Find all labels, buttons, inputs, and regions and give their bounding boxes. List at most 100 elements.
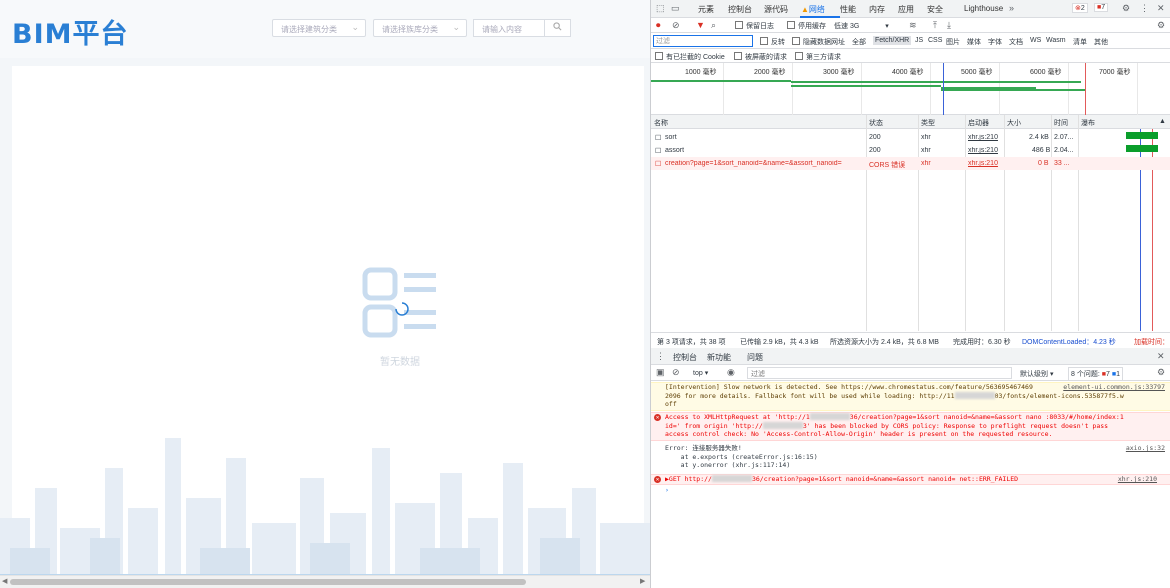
invert-checkbox[interactable]: 反转 [760, 37, 785, 47]
device-toggle-icon[interactable]: ▭ [671, 3, 680, 14]
disable-cache-checkbox[interactable]: 停用缓存 [787, 21, 826, 31]
filter-type-js[interactable]: JS [915, 37, 923, 44]
stack-frame[interactable]: at e.exports (createError.js:16:15) [665, 453, 818, 461]
request-initiator[interactable]: xhr.js:210 [968, 160, 998, 167]
request-initiator[interactable]: xhr.js:210 [968, 134, 998, 141]
blocked-requests-checkbox[interactable]: 被屏蔽的请求 [734, 52, 787, 62]
clear-icon[interactable]: ⊘ [672, 20, 680, 31]
drawer-tab-issues[interactable]: 问题 [747, 352, 763, 363]
filter-type-font[interactable]: 字体 [988, 37, 1002, 47]
tick-label: 6000 毫秒 [1030, 69, 1062, 76]
sort-up-icon[interactable]: ▲ [1159, 118, 1166, 125]
warn-source-link[interactable]: element-ui.common.js:33797 [1063, 383, 1165, 392]
tab-elements[interactable]: 元素 [698, 4, 714, 15]
tab-application[interactable]: 应用 [898, 4, 914, 15]
drawer-menu-icon[interactable]: ⋮ [656, 351, 665, 362]
console-filter-input[interactable]: 过滤 [747, 367, 1012, 379]
issues-button[interactable]: 8 个问题: ■7 ■1 [1068, 367, 1123, 381]
col-status[interactable]: 状态 [869, 118, 883, 128]
log-text: Error: 连接服务器失败! [665, 444, 742, 452]
filter-type-wasm[interactable]: Wasm [1046, 37, 1066, 44]
request-row[interactable]: ☐ sort 200 xhr xhr.js:210 2.4 kB 2.07... [651, 131, 1170, 144]
clear-console-icon[interactable]: ⊘ [672, 367, 680, 378]
drawer-tab-whats-new[interactable]: 新功能 [707, 352, 731, 363]
record-icon[interactable]: ⏺ [656, 20, 661, 31]
col-name[interactable]: 名称 [654, 118, 668, 128]
hide-data-urls-checkbox[interactable]: 隐藏数据网址 [792, 37, 845, 47]
scroll-right-icon[interactable]: ▶ [640, 577, 645, 585]
preserve-log-checkbox[interactable]: 保留日志 [735, 21, 774, 31]
inspect-icon[interactable]: ⬚ [656, 3, 665, 14]
network-summary-bar: 第 3 项请求，共 38 项 已传输 2.9 kB，共 4.3 kB 所选资源大… [651, 332, 1170, 347]
more-options-icon[interactable]: ⋮ [1140, 3, 1149, 14]
filter-type-all[interactable]: 全部 [852, 37, 866, 47]
console-network-error[interactable]: ✕ ▶GET http:// 36/creation?page=1&sort na… [651, 474, 1170, 485]
blocked-cookies-checkbox[interactable]: 有已拦截的 Cookie [655, 52, 725, 62]
tab-sources[interactable]: 源代码 [764, 4, 788, 15]
console-line: off [665, 400, 1170, 409]
stack-frame[interactable]: at y.onerror (xhr.js:117:14) [665, 461, 791, 469]
building-category-select[interactable]: 请选择建筑分类 ⌄ [272, 19, 366, 37]
live-expression-eye-icon[interactable]: ◉ [727, 367, 735, 378]
console-settings-icon[interactable]: ⚙ [1157, 367, 1165, 378]
filter-type-doc[interactable]: 文档 [1009, 37, 1023, 47]
context-value: top [693, 370, 703, 377]
col-initiator[interactable]: 启动器 [968, 118, 989, 128]
close-drawer-icon[interactable]: ✕ [1157, 351, 1165, 362]
col-time[interactable]: 时间 [1054, 118, 1068, 128]
warning-count-badge[interactable]: ■7 [1094, 3, 1109, 12]
export-har-icon[interactable]: ⤓ [947, 20, 951, 31]
sidebar-toggle-icon[interactable]: ▣ [656, 367, 665, 378]
import-har-icon[interactable]: ⤒ [933, 20, 937, 31]
filter-type-img[interactable]: 图片 [946, 37, 960, 47]
filter-type-fetch-xhr[interactable]: Fetch/XHR [873, 36, 912, 45]
filter-type-other[interactable]: 其他 [1094, 37, 1108, 47]
col-type[interactable]: 类型 [921, 118, 935, 128]
request-initiator[interactable]: xhr.js:210 [968, 147, 998, 154]
error-count-badge[interactable]: ⊗2 [1072, 3, 1088, 13]
filter-input[interactable]: 过滤 [653, 35, 753, 47]
log-levels-select[interactable]: 默认级别 ▾ [1020, 369, 1053, 379]
settings-gear-icon[interactable]: ⚙ [1122, 3, 1130, 14]
family-library-select[interactable]: 请选择族库分类 ⌄ [373, 19, 467, 37]
log-source-link[interactable]: axio.js:32 [1126, 444, 1165, 453]
third-party-checkbox[interactable]: 第三方请求 [795, 52, 841, 62]
more-tabs-icon[interactable]: » [1009, 3, 1014, 13]
col-size[interactable]: 大小 [1007, 118, 1021, 128]
filter-type-manifest[interactable]: 清单 [1073, 37, 1087, 47]
search-input[interactable]: 请输入内容 [473, 19, 571, 37]
request-size: 486 B [1032, 147, 1051, 154]
redacted-text [954, 391, 995, 399]
console-line: Access to XMLHttpRequest at 'http://1 36/… [665, 413, 1170, 422]
request-time: 33 ... [1054, 160, 1070, 167]
chevron-down-icon: ▾ [1049, 371, 1054, 378]
request-row[interactable]: ☐ assort 200 xhr xhr.js:210 486 B 2.04..… [651, 144, 1170, 157]
tab-network[interactable]: ▲网络 [801, 4, 825, 15]
network-conditions-icon[interactable]: ≋ [909, 20, 917, 31]
filter-icon[interactable]: ▼ [696, 20, 705, 30]
tab-console[interactable]: 控制台 [728, 4, 752, 15]
col-waterfall[interactable]: 瀑布 [1081, 118, 1095, 128]
dcl-marker [943, 63, 944, 115]
network-overview-timeline[interactable]: 1000 毫秒 2000 毫秒 3000 毫秒 4000 毫秒 5000 毫秒 … [651, 63, 1170, 115]
tab-memory[interactable]: 内存 [869, 4, 885, 15]
throttling-select[interactable]: 低速 3G ▾ [834, 21, 889, 31]
scrollbar-thumb[interactable] [10, 579, 526, 585]
network-settings-icon[interactable]: ⚙ [1157, 20, 1165, 31]
filter-type-ws[interactable]: WS [1030, 37, 1041, 44]
close-icon[interactable]: ✕ [1157, 3, 1165, 14]
context-select[interactable]: top ▾ [693, 369, 708, 377]
tab-lighthouse[interactable]: Lighthouse [964, 4, 1003, 13]
filter-type-css[interactable]: CSS [928, 37, 942, 44]
search-button[interactable] [544, 20, 570, 36]
tab-security[interactable]: 安全 [927, 4, 943, 15]
scroll-left-icon[interactable]: ◀ [2, 577, 7, 585]
request-row-error[interactable]: ☐ creation?page=1&sort_nanoid=&name=&ass… [651, 157, 1170, 170]
search-icon[interactable]: ⌕ [711, 20, 716, 31]
filter-type-media[interactable]: 媒体 [967, 37, 981, 47]
console-prompt[interactable]: › [651, 486, 1170, 496]
tab-performance[interactable]: 性能 [840, 4, 856, 15]
console-line: at y.onerror (xhr.js:117:14) [665, 461, 1170, 470]
horizontal-scrollbar[interactable]: ◀ ▶ [0, 575, 650, 588]
network-error-source-link[interactable]: xhr.js:210 [1118, 475, 1157, 484]
